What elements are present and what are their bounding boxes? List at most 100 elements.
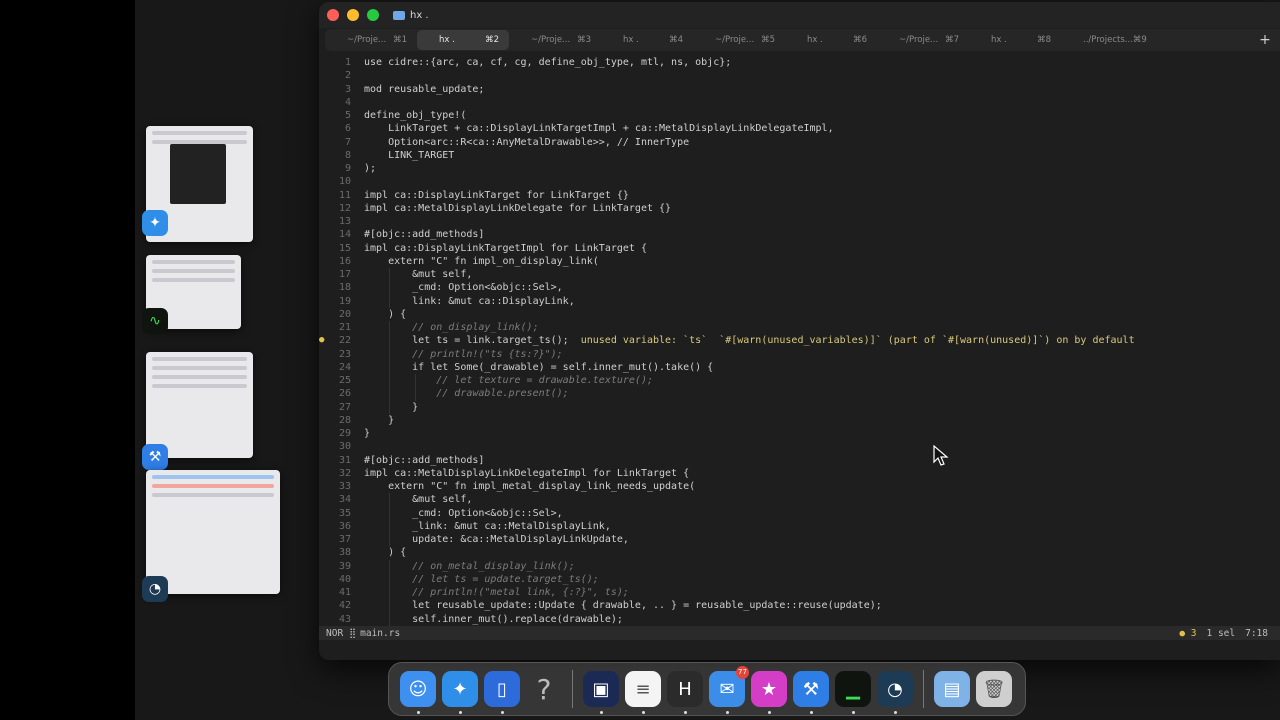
code-line[interactable]: 26 // drawable.present(); bbox=[319, 387, 1280, 401]
editor[interactable]: 1 use cidre::{arc, ca, cf, cg, define_obj… bbox=[319, 56, 1280, 626]
code-line[interactable]: 30 bbox=[319, 440, 1280, 453]
code-line[interactable]: 14 #[objc::add_methods] bbox=[319, 228, 1280, 241]
stage-window-xcode[interactable] bbox=[146, 352, 253, 458]
itunes-store-glyph: ★ bbox=[760, 678, 778, 700]
code-line[interactable]: 5 define_obj_type!( bbox=[319, 109, 1280, 122]
code-line[interactable]: 15 impl ca::DisplayLinkTargetImpl for Lin… bbox=[319, 242, 1280, 255]
tab-9[interactable]: ../Projects... ⌘9 bbox=[1061, 30, 1157, 50]
thumb-content bbox=[170, 144, 226, 204]
line-number: 38 bbox=[338, 547, 351, 559]
code-line[interactable]: 37 update: &ca::MetalDisplayLinkUpdate, bbox=[319, 533, 1280, 547]
code-line[interactable]: 9); bbox=[319, 162, 1280, 175]
code-line[interactable]: 17 &mut self, bbox=[319, 268, 1280, 282]
code-line[interactable]: 35 _cmd: Option<&objc::Sel>, bbox=[319, 506, 1280, 520]
tab-3[interactable]: ~/Proje... ⌘3 bbox=[509, 30, 601, 50]
thumb-row bbox=[152, 384, 247, 388]
code-line[interactable]: 32 impl ca::MetalDisplayLinkDelegateImpl … bbox=[319, 467, 1280, 480]
line-number: 12 bbox=[338, 202, 351, 214]
cursor-position: 7:18 bbox=[1245, 627, 1268, 639]
code-line[interactable]: 18 _cmd: Option<&objc::Sel>, bbox=[319, 281, 1280, 295]
code-line[interactable]: 42 let reusable_update::Update { drawabl… bbox=[319, 599, 1280, 613]
code-line[interactable]: 27 } bbox=[319, 400, 1280, 414]
tab-bar: ~/Proje... ⌘1 hx . ⌘2 ~/Proje... ⌘3 hx . ⌘4 ~/Pr… bbox=[325, 29, 1280, 51]
code-line[interactable]: 43 self.inner_mut().replace(drawable); bbox=[319, 612, 1280, 626]
line-number: 27 bbox=[338, 401, 351, 413]
line-number: 42 bbox=[338, 600, 351, 612]
thumb-row bbox=[152, 260, 235, 264]
zoom-button[interactable] bbox=[367, 9, 379, 21]
finder-glyph: ☺ bbox=[408, 678, 428, 700]
finder-icon[interactable]: ☺ bbox=[400, 671, 436, 714]
mail-icon[interactable]: ✉ 77 bbox=[709, 666, 749, 714]
code-line[interactable]: 20 ) { bbox=[319, 308, 1280, 321]
itunes-store-icon[interactable]: ★ bbox=[751, 671, 787, 714]
thumb-row bbox=[152, 357, 247, 361]
downloads-icon[interactable]: ▤ bbox=[934, 671, 970, 707]
code-line[interactable]: 40 // let ts = update.target_ts(); bbox=[319, 572, 1280, 586]
line-number: 31 bbox=[338, 454, 351, 466]
code-line[interactable]: 6 LinkTarget + ca::DisplayLinkTargetImpl… bbox=[319, 122, 1280, 135]
code-line[interactable]: 2 bbox=[319, 69, 1280, 82]
code-line[interactable]: 8 LINK_TARGET bbox=[319, 149, 1280, 162]
code-line[interactable]: 13 bbox=[319, 215, 1280, 228]
line-number: 5 bbox=[344, 110, 351, 121]
close-button[interactable] bbox=[327, 9, 339, 21]
code-line[interactable]: 33 extern "C" fn impl_metal_display_link… bbox=[319, 480, 1280, 493]
code-line[interactable]: 31 #[objc::add_methods] bbox=[319, 454, 1280, 467]
notes-icon[interactable]: ≡ bbox=[625, 671, 661, 714]
tab-2[interactable]: hx . ⌘2 bbox=[417, 30, 509, 50]
code-line[interactable]: 16 extern "C" fn impl_on_display_link( bbox=[319, 255, 1280, 268]
code-text: update: &ca::MetalDisplayLinkUpdate, bbox=[364, 534, 629, 545]
code-line[interactable]: ● 22 let ts = link.target_ts(); unused va… bbox=[319, 334, 1280, 348]
code-text: LinkTarget + ca::DisplayLinkTargetImpl +… bbox=[364, 123, 834, 135]
code-line[interactable]: 7 Option<arc::R<ca::AnyMetalDrawable>>, … bbox=[319, 136, 1280, 149]
xcode-icon: ⚒ bbox=[142, 444, 168, 470]
code-line[interactable]: 3 mod reusable_update; bbox=[319, 83, 1280, 96]
code-line[interactable]: 19 link: &mut ca::DisplayLink, bbox=[319, 294, 1280, 308]
trash-icon[interactable]: 🗑 bbox=[976, 671, 1012, 707]
code-line[interactable]: 4 bbox=[319, 96, 1280, 109]
code-line[interactable]: 23 // println!("ts {ts:?}"); bbox=[319, 347, 1280, 361]
xcode-beta-icon[interactable]: ⚒ bbox=[793, 671, 829, 714]
new-tab-button[interactable]: + bbox=[1256, 31, 1274, 49]
code-line[interactable]: 1 use cidre::{arc, ca, cf, cg, define_obj… bbox=[319, 56, 1280, 69]
tab-shortcut: ⌘5 bbox=[761, 35, 775, 45]
code-line[interactable]: 39 // on_metal_display_link(); bbox=[319, 559, 1280, 573]
code-line[interactable]: 11 impl ca::DisplayLinkTarget for LinkTar… bbox=[319, 189, 1280, 202]
code-line[interactable]: 41 // println!("metal link, {:?}", ts); bbox=[319, 586, 1280, 600]
code-line[interactable]: 36 _link: &mut ca::MetalDisplayLink, bbox=[319, 519, 1280, 533]
line-number: 26 bbox=[338, 388, 351, 400]
code-line[interactable]: 21 // on_display_link(); bbox=[319, 321, 1280, 335]
terminal-icon[interactable]: ▣ bbox=[583, 671, 619, 714]
code-line[interactable]: 34 &mut self, bbox=[319, 493, 1280, 507]
simulator-glyph: ▯ bbox=[497, 678, 507, 700]
code-line[interactable]: 29} bbox=[319, 427, 1280, 440]
tab-shortcut: ⌘2 bbox=[485, 35, 499, 45]
line-number: 4 bbox=[344, 96, 351, 108]
line-number: 10 bbox=[338, 176, 351, 188]
code-line[interactable]: 25 // let texture = drawable.texture(); bbox=[319, 374, 1280, 388]
tab-7[interactable]: ~/Proje... ⌘7 bbox=[877, 30, 969, 50]
tab-1[interactable]: ~/Proje... ⌘1 bbox=[325, 30, 417, 50]
code-line[interactable]: 12 impl ca::MetalDisplayLinkDelegate for … bbox=[319, 202, 1280, 215]
activity-monitor-icon[interactable]: ▁ bbox=[835, 671, 871, 714]
code-line[interactable]: 24 if let Some(_drawable) = self.inner_m… bbox=[319, 360, 1280, 374]
line-number: 2 bbox=[344, 70, 351, 82]
tab-4[interactable]: hx . ⌘4 bbox=[601, 30, 693, 50]
trash-glyph: 🗑 bbox=[982, 678, 1006, 700]
instruments-beta-icon[interactable]: ◔ bbox=[877, 671, 913, 714]
safari-icon[interactable]: ✦ bbox=[442, 671, 478, 714]
line-number: 25 bbox=[338, 375, 351, 386]
minimize-button[interactable] bbox=[347, 9, 359, 21]
tab-6[interactable]: hx . ⌘6 bbox=[785, 30, 877, 50]
code-line[interactable]: 28 } bbox=[319, 414, 1280, 427]
simulator-icon[interactable]: ▯ bbox=[484, 671, 520, 714]
code-line[interactable]: 38 ) { bbox=[319, 546, 1280, 559]
help-icon[interactable]: ? bbox=[526, 671, 562, 707]
stage-window-instruments[interactable] bbox=[146, 470, 280, 594]
tab-5[interactable]: ~/Proje... ⌘5 bbox=[693, 30, 785, 50]
code-line[interactable]: 10 bbox=[319, 175, 1280, 188]
tab-shortcut: ⌘9 bbox=[1132, 35, 1147, 45]
helix-icon[interactable]: H bbox=[667, 671, 703, 714]
tab-8[interactable]: hx . ⌘8 bbox=[969, 30, 1061, 50]
